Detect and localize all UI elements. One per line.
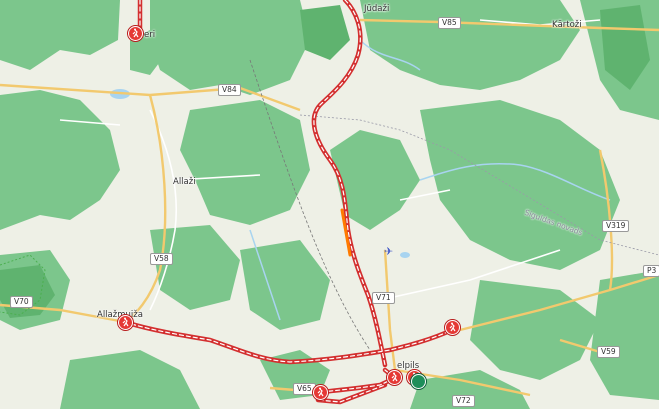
hiker-marker-icon[interactable]	[313, 385, 328, 400]
road-shield-v84: V84	[218, 84, 241, 96]
place-label-vangazi: eri	[144, 30, 156, 40]
road-shield-v59: V59	[597, 346, 620, 358]
place-label-allazi: Allaži	[173, 177, 196, 187]
road-shield-v319: V319	[602, 220, 630, 232]
road-shield-v70: V70	[10, 296, 33, 308]
hiker-marker-icon[interactable]	[387, 370, 402, 385]
hiker-marker-icon[interactable]	[118, 315, 133, 330]
road-shield-v58: V58	[150, 253, 173, 265]
road-shield-v85: V85	[438, 17, 461, 29]
hiker-marker-icon[interactable]	[128, 26, 143, 41]
place-label-judazi: Jūdaži	[364, 4, 390, 14]
road-shield-p3: P3	[643, 265, 659, 277]
place-label-kartozi: Kārtoži	[552, 20, 582, 30]
map-base-layer	[0, 0, 659, 409]
airplane-icon: ✈	[384, 245, 394, 258]
green-pin-icon[interactable]	[411, 374, 426, 389]
road-shield-v72: V72	[452, 395, 475, 407]
hiker-marker-icon[interactable]	[445, 320, 460, 335]
road-shield-v71: V71	[372, 292, 395, 304]
map-view[interactable]: Jūdaži Kārtoži Allaži Allažmuiža eri elp…	[0, 0, 659, 409]
